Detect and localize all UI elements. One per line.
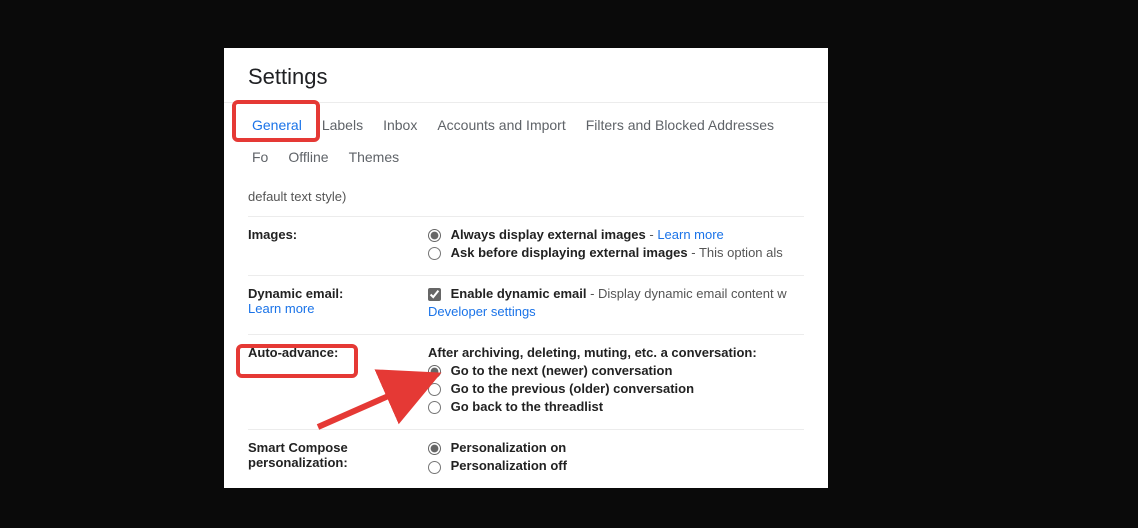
images-radio-always[interactable]: [428, 229, 441, 242]
auto-advance-label: Auto-advance:: [248, 345, 338, 360]
settings-content: default text style) Images: Always displ…: [224, 179, 828, 488]
tab-themes[interactable]: Themes: [339, 141, 410, 173]
smart-compose-opt-off: Personalization off: [451, 458, 567, 473]
auto-advance-radio-threadlist[interactable]: [428, 401, 441, 414]
dynamic-email-checkbox[interactable]: [428, 288, 441, 301]
auto-advance-desc: After archiving, deleting, muting, etc. …: [428, 345, 757, 360]
settings-panel: Settings General Labels Inbox Accounts a…: [224, 48, 828, 488]
tab-forwarding[interactable]: Fo: [242, 141, 278, 173]
tab-accounts[interactable]: Accounts and Import: [427, 109, 575, 141]
auto-advance-radio-prev[interactable]: [428, 383, 441, 396]
images-radio-ask[interactable]: [428, 247, 441, 260]
smart-compose-radio-off[interactable]: [428, 461, 441, 474]
auto-advance-opt-threadlist: Go back to the threadlist: [451, 399, 603, 414]
row-images: Images: Always display external images -…: [248, 217, 804, 276]
row-smart-compose: Smart Compose personalization: Personali…: [248, 430, 804, 488]
tab-filters[interactable]: Filters and Blocked Addresses: [576, 109, 784, 141]
page-title: Settings: [224, 48, 828, 102]
tab-inbox[interactable]: Inbox: [373, 109, 427, 141]
smart-compose-label-2: personalization:: [248, 455, 420, 470]
row-default-text-style: default text style): [248, 189, 804, 217]
images-opt-ask: Ask before displaying external images: [451, 245, 688, 260]
images-label: Images:: [248, 227, 297, 242]
auto-advance-opt-prev: Go to the previous (older) conversation: [451, 381, 694, 396]
dynamic-email-enable: Enable dynamic email: [451, 286, 587, 301]
row-dynamic-email: Dynamic email: Learn more Enable dynamic…: [248, 276, 804, 335]
tab-labels[interactable]: Labels: [312, 109, 373, 141]
dynamic-email-enable-tail: - Display dynamic email content w: [590, 286, 787, 301]
tabs-container: General Labels Inbox Accounts and Import…: [224, 102, 828, 179]
dynamic-email-learn-more[interactable]: Learn more: [248, 301, 420, 316]
smart-compose-radio-on[interactable]: [428, 442, 441, 455]
images-opt-ask-tail: - This option als: [691, 245, 783, 260]
smart-compose-label-1: Smart Compose: [248, 440, 420, 455]
dynamic-email-label: Dynamic email:: [248, 286, 420, 301]
auto-advance-opt-next: Go to the next (newer) conversation: [451, 363, 673, 378]
default-text-style-label: default text style): [248, 189, 346, 204]
row-auto-advance: Auto-advance: After archiving, deleting,…: [248, 335, 804, 430]
developer-settings-link[interactable]: Developer settings: [428, 304, 536, 319]
auto-advance-radio-next[interactable]: [428, 365, 441, 378]
tabs: General Labels Inbox Accounts and Import…: [242, 109, 810, 173]
images-opt-always: Always display external images: [451, 227, 646, 242]
images-learn-more[interactable]: Learn more: [657, 227, 723, 242]
smart-compose-opt-on: Personalization on: [451, 440, 567, 455]
tab-general[interactable]: General: [242, 109, 312, 141]
tab-offline[interactable]: Offline: [278, 141, 338, 173]
